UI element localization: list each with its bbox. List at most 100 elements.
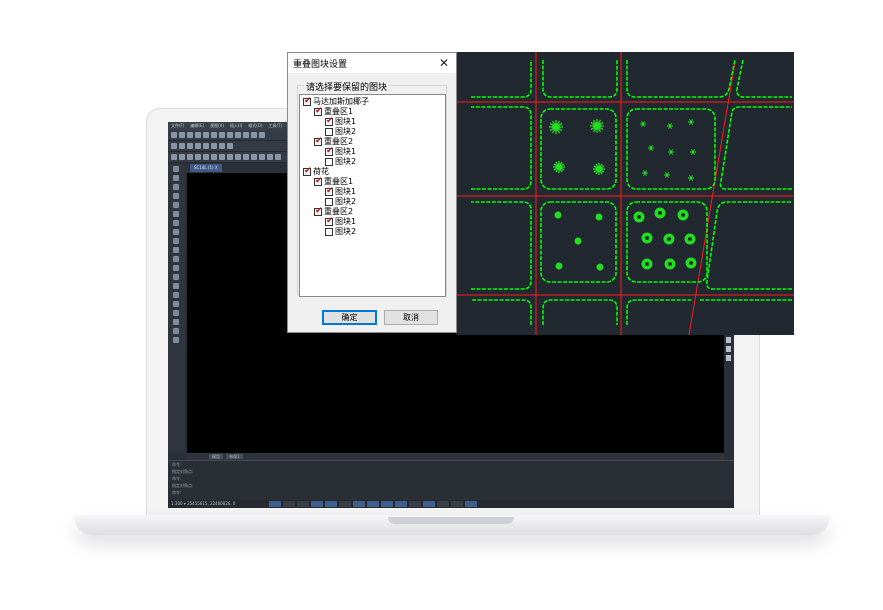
tree-checkbox[interactable] [325, 228, 333, 236]
tree-checkbox[interactable] [325, 128, 333, 136]
tree-checkbox[interactable] [314, 106, 323, 116]
tree-node[interactable]: 马达加斯加椰子 [303, 96, 369, 107]
lotus-symbol [684, 233, 696, 245]
lotus-symbol [554, 211, 562, 219]
tree-checkbox[interactable] [325, 216, 334, 226]
small-shrub-symbol [668, 149, 674, 155]
menu-item[interactable]: 工具(T) [269, 122, 283, 130]
tree-node-label: 图块2 [335, 127, 357, 136]
cad-preview [457, 52, 794, 336]
dialog-title: 重叠图块设置 [293, 60, 348, 70]
palm-tree-symbol [590, 119, 604, 133]
tree-checkbox[interactable] [325, 198, 333, 206]
tree-node[interactable]: 图块2 [325, 197, 356, 207]
menu-item[interactable]: 视图(V) [210, 122, 224, 130]
lotus-symbol [685, 257, 697, 269]
tree-node[interactable]: 图块1 [325, 116, 357, 127]
laptop-notch [388, 517, 514, 524]
lotus-symbol [663, 233, 675, 245]
tree-checkbox[interactable] [303, 96, 312, 106]
tree-node[interactable]: 重叠区2 [314, 206, 353, 217]
lotus-symbol [677, 209, 689, 221]
lotus-symbol [664, 258, 676, 270]
tree-checkbox[interactable] [325, 116, 334, 126]
lotus-symbol [555, 262, 563, 270]
small-shrub-symbol [648, 145, 654, 151]
palm-tree-symbol [553, 161, 565, 173]
palm-tree-symbol [593, 163, 605, 175]
lotus-symbol [595, 213, 603, 221]
tree-node[interactable]: 图块1 [325, 146, 357, 157]
small-shrub-symbol [640, 121, 646, 127]
dialog-titlebar[interactable]: 重叠图块设置 ✕ [288, 53, 456, 73]
tree-node[interactable]: 重叠区1 [314, 106, 353, 117]
layout-tabs[interactable]: 模型 布局1 [187, 453, 724, 460]
ok-button[interactable]: 确定 [322, 310, 377, 325]
status-toggles[interactable] [269, 501, 477, 507]
tree-checkbox[interactable] [314, 136, 323, 146]
tree-node-label: 图块1 [335, 217, 357, 226]
tree-node[interactable]: 图块2 [325, 157, 356, 167]
cancel-button[interactable]: 取消 [384, 310, 438, 325]
tree-node-label: 图块1 [335, 117, 357, 126]
tree-checkbox[interactable] [325, 158, 333, 166]
lotus-symbol [633, 211, 645, 223]
small-shrub-symbol [688, 175, 694, 181]
tree-checkbox[interactable] [325, 186, 334, 196]
tree-node[interactable]: 图块2 [325, 127, 356, 137]
tree-node[interactable]: 重叠区1 [314, 176, 353, 187]
block-curb [540, 108, 617, 190]
block-tree[interactable]: 马达加斯加椰子重叠区1图块1图块2重叠区2图块1图块2荷花重叠区1图块1图块2重… [299, 94, 446, 297]
document-tab[interactable]: SC14L (1) X [190, 164, 222, 172]
small-shrub-symbol [667, 123, 673, 129]
street-curb [542, 299, 618, 325]
command-prompt[interactable]: 命令: [168, 489, 734, 496]
tree-node[interactable]: 图块1 [325, 186, 356, 197]
block-curb [626, 108, 716, 190]
site-plan-drawing [457, 52, 794, 336]
command-history-line: 指定对角点: [172, 483, 194, 488]
street-curb [736, 59, 792, 98]
tree-checkbox[interactable] [325, 146, 334, 156]
tab-layout1[interactable]: 布局1 [226, 454, 243, 459]
tree-node[interactable]: 图块2 [325, 227, 356, 237]
tree-node-label: 图块2 [335, 157, 357, 166]
draw-toolbar[interactable] [168, 163, 185, 453]
small-shrub-symbol [664, 172, 670, 178]
group-label: 请选择要保留的图块 [304, 80, 390, 93]
road-centerline [688, 61, 736, 336]
command-history-line: 指定对角点: [172, 469, 194, 474]
tree-node[interactable]: 重叠区2 [314, 136, 353, 147]
menu-item[interactable]: 文件(F) [171, 122, 184, 130]
status-bar: 1:300 ▾ 25455615, 22400826, 0 [168, 500, 734, 508]
street-curb [626, 299, 693, 325]
command-history-line: 命令: [172, 476, 182, 481]
menu-item[interactable]: 编辑(E) [190, 122, 204, 130]
tree-node[interactable]: 图块1 [325, 216, 357, 227]
menu-item[interactable]: 格式(O) [248, 122, 262, 130]
command-history-line: 命令: [172, 462, 182, 467]
tree-node-label: 图块2 [335, 227, 357, 236]
lotus-symbol [641, 258, 653, 270]
lotus-symbol [574, 237, 582, 245]
tree-checkbox[interactable] [303, 166, 312, 176]
street-curb [471, 201, 532, 290]
overlap-block-dialog: 重叠图块设置 ✕ 请选择要保留的图块 马达加斯加椰子重叠区1图块1图块2重叠区2… [287, 52, 457, 333]
command-line[interactable]: 命令: 指定对角点: 命令: 指定对角点: 命令: [168, 460, 734, 501]
small-shrub-symbol [690, 149, 696, 155]
tree-node-label: 图块1 [335, 147, 357, 156]
menu-item[interactable]: 插入(I) [230, 122, 242, 130]
tab-model[interactable]: 模型 [209, 454, 223, 459]
street-curb [471, 60, 532, 98]
street-curb [542, 60, 618, 98]
tree-checkbox[interactable] [314, 176, 323, 186]
lotus-symbol [596, 263, 604, 271]
street-curb [626, 59, 736, 98]
lotus-symbol [641, 232, 653, 244]
close-icon[interactable]: ✕ [435, 54, 453, 72]
street-curb [706, 201, 792, 290]
coordinate-readout: 1:300 ▾ 25455615, 22400826, 0 [171, 501, 236, 506]
tree-node-label: 图块2 [335, 197, 357, 206]
tree-checkbox[interactable] [314, 206, 323, 216]
street-curb [471, 106, 532, 190]
